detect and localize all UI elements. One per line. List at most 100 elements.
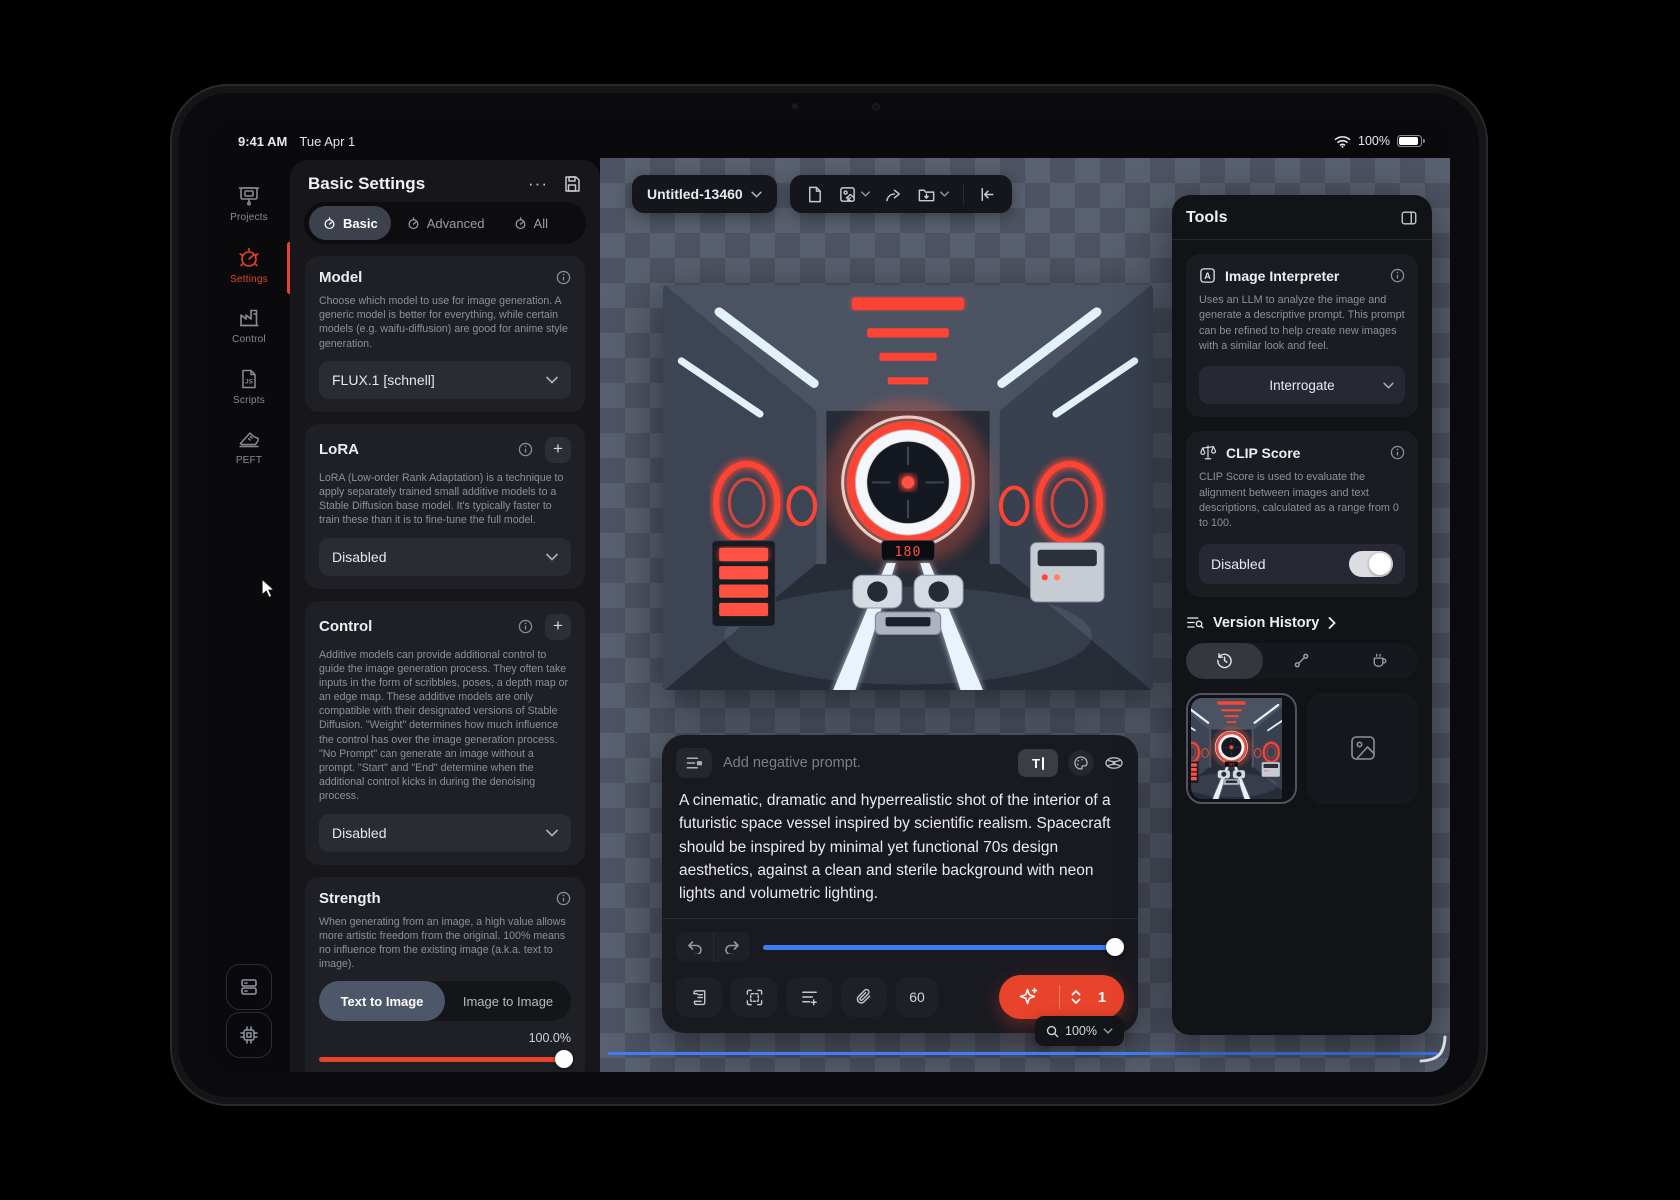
tab-basic[interactable]: Basic [309, 206, 391, 240]
info-icon[interactable] [556, 891, 571, 906]
panel-collapse-icon[interactable] [1400, 209, 1418, 227]
divider [1172, 239, 1432, 240]
info-icon[interactable] [1390, 445, 1405, 460]
section-description: Additive models can provide additional c… [319, 648, 571, 804]
zoom-control[interactable]: 100% [1035, 1016, 1124, 1046]
steps-value[interactable]: 60 [896, 977, 938, 1017]
undo-button[interactable] [676, 932, 713, 962]
sidebar-item-settings[interactable]: Settings [208, 246, 290, 285]
tab-advanced[interactable]: Advanced [393, 206, 498, 240]
clip-score-toggle[interactable] [1349, 551, 1393, 577]
document-title-menu[interactable]: Untitled-13460 [632, 175, 777, 213]
attach-button[interactable] [841, 977, 887, 1017]
card-description: Uses an LLM to analyze the image and gen… [1199, 293, 1405, 354]
dropdown-value: Disabled [332, 825, 386, 841]
save-to-folder-button[interactable] [917, 185, 949, 204]
add-lora-button[interactable]: + [545, 437, 571, 463]
sidebar-item-label: Settings [230, 274, 268, 285]
card-title: CLIP Score [1226, 445, 1300, 461]
mouse-cursor [260, 578, 278, 600]
history-tab[interactable] [1186, 643, 1263, 679]
vector-path-icon [1293, 652, 1310, 669]
text-input-mode-button[interactable]: T [1018, 749, 1058, 777]
guidance-slider[interactable] [763, 938, 1124, 956]
clock-time: 9:41 AM [238, 134, 287, 149]
canvas-toolbar [790, 175, 1012, 213]
sidebar-item-scripts[interactable]: JS Scripts [208, 367, 290, 406]
batch-stepper[interactable] [1060, 989, 1092, 1005]
save-preset-icon[interactable] [562, 174, 582, 194]
stage: 9:41 AM Tue Apr 1 100% [0, 0, 1680, 1200]
negative-prompt-icon[interactable] [676, 748, 712, 778]
clock-date: Tue Apr 1 [299, 134, 355, 149]
generate-sparkle[interactable] [999, 986, 1059, 1008]
sidebar-item-projects[interactable]: Projects [208, 184, 290, 223]
section-title: Version History [1213, 615, 1319, 631]
version-history-header[interactable]: Version History [1186, 615, 1418, 631]
gauge-icon [322, 216, 337, 231]
model-manager-button[interactable] [226, 964, 272, 1010]
card-description: CLIP Score is used to evaluate the align… [1199, 470, 1405, 531]
palette-button[interactable] [1068, 750, 1094, 776]
info-icon[interactable] [518, 442, 533, 457]
collapse-panel-button[interactable] [978, 185, 997, 204]
canvas-surface[interactable]: Untitled-13460 [600, 158, 1450, 1072]
add-control-button[interactable]: + [545, 614, 571, 640]
tab-all[interactable]: All [500, 206, 561, 240]
model-dropdown[interactable]: FLUX.1 [schnell] [319, 361, 571, 399]
generate-button[interactable]: 1 [999, 975, 1124, 1019]
new-document-button[interactable] [805, 185, 824, 204]
sidebar-item-label: Projects [230, 212, 268, 223]
slider-knob[interactable] [1106, 938, 1124, 956]
info-icon[interactable] [556, 270, 571, 285]
generation-mode-segment: Text to Image Image to Image [319, 981, 571, 1021]
coffee-cup-icon [1371, 652, 1388, 669]
svg-text:A: A [1204, 271, 1211, 281]
lora-dropdown[interactable]: Disabled [319, 538, 571, 576]
settings-tab-bar: Basic Advanced All [304, 202, 586, 244]
dropdown-value: FLUX.1 [schnell] [332, 372, 435, 388]
mode-image-to-image[interactable]: Image to Image [445, 981, 571, 1021]
toggle-knob [1369, 553, 1391, 575]
generated-image[interactable] [663, 285, 1153, 690]
brew-tab[interactable] [1341, 643, 1418, 679]
section-title: Control [319, 618, 372, 635]
stream-options-button[interactable] [1104, 753, 1124, 773]
prompt-input[interactable]: A cinematic, dramatic and hyperrealistic… [679, 789, 1121, 905]
version-thumbnail-current[interactable] [1186, 693, 1297, 804]
prompt-list-button[interactable] [786, 977, 832, 1017]
slider-track[interactable] [319, 1057, 571, 1062]
info-icon[interactable] [518, 619, 533, 634]
sidebar-item-control[interactable]: Control [208, 306, 290, 345]
front-camera [872, 103, 880, 111]
settings-panel: Basic Settings ··· Basic [290, 160, 600, 1072]
wifi-icon [1334, 135, 1351, 148]
version-thumbnail-empty[interactable] [1307, 693, 1418, 804]
slider-track[interactable] [763, 945, 1120, 950]
text-cursor-bar [1042, 757, 1044, 770]
import-image-button[interactable] [838, 185, 870, 204]
chevron-down-icon [861, 191, 870, 197]
interrogate-button[interactable]: Interrogate [1199, 366, 1405, 404]
slider-knob[interactable] [555, 1050, 573, 1068]
history-script-button[interactable] [676, 977, 722, 1017]
stepper-chevrons-icon [1070, 989, 1082, 1005]
more-options-button[interactable]: ··· [528, 179, 548, 189]
share-button[interactable] [884, 185, 903, 204]
info-icon[interactable] [1390, 268, 1405, 283]
chevron-down-icon [751, 191, 762, 198]
chevron-down-icon [546, 829, 558, 837]
redo-button[interactable] [713, 932, 750, 962]
tablet-screen: 9:41 AM Tue Apr 1 100% [208, 118, 1450, 1072]
sidebar-item-peft[interactable]: PEFT [208, 427, 290, 466]
compute-settings-button[interactable] [226, 1012, 272, 1058]
control-dropdown[interactable]: Disabled [319, 814, 571, 852]
graph-tab[interactable] [1263, 643, 1340, 679]
tablet-frame: 9:41 AM Tue Apr 1 100% [170, 84, 1488, 1106]
mode-text-to-image[interactable]: Text to Image [319, 981, 445, 1021]
image-interpreter-card: A Image Interpreter Uses an LLM to analy… [1186, 254, 1418, 417]
strength-slider[interactable] [319, 1050, 571, 1068]
tools-panel: Tools A Image Interpreter [1172, 195, 1432, 1035]
negative-prompt-input[interactable]: Add negative prompt. [723, 755, 1007, 771]
crop-frame-button[interactable] [731, 977, 777, 1017]
